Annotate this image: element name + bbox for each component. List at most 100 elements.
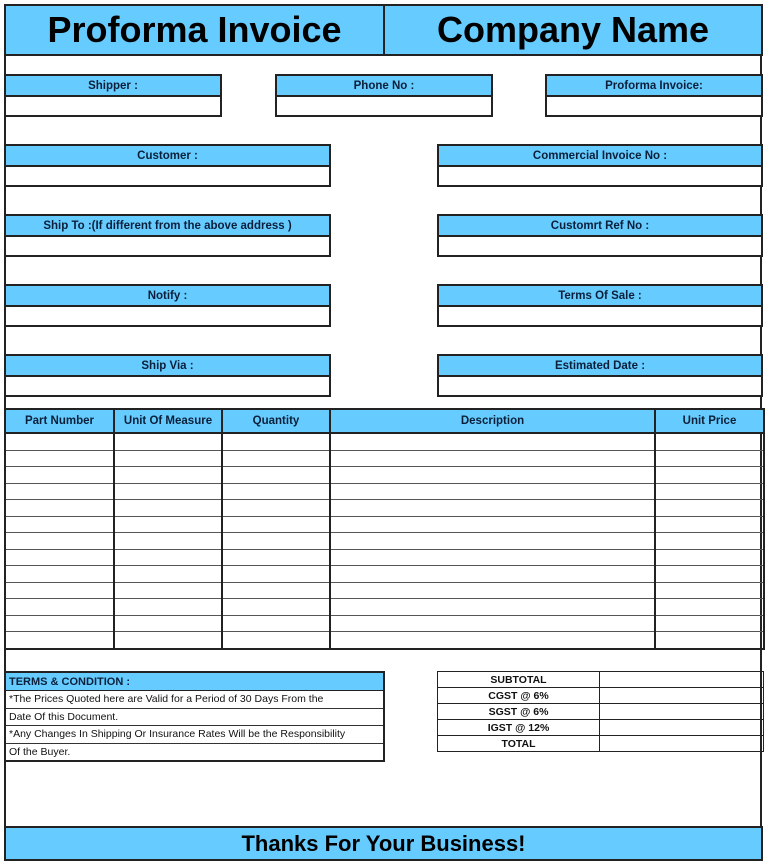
quantity-cell[interactable] [221, 483, 331, 500]
unit-of-measure-cell[interactable] [113, 483, 223, 500]
description-cell[interactable] [329, 532, 656, 550]
quantity-cell[interactable] [221, 532, 331, 550]
unit-of-measure-cell[interactable] [113, 549, 223, 566]
unit-of-measure-cell[interactable] [113, 615, 223, 632]
quantity-cell[interactable] [221, 516, 331, 533]
part-number-cell[interactable] [4, 565, 115, 583]
unit-price-cell[interactable] [654, 466, 765, 484]
description-cell[interactable] [329, 433, 656, 451]
unit-of-measure-cell[interactable] [113, 450, 223, 467]
part-number-cell[interactable] [4, 483, 115, 500]
part-number-cell[interactable] [4, 582, 115, 599]
unit-of-measure-cell[interactable] [113, 598, 223, 616]
quantity-cell[interactable] [221, 499, 331, 517]
proforma-invoice-input-cell[interactable] [545, 97, 763, 117]
description-cell[interactable] [329, 598, 656, 616]
phone-input[interactable] [277, 97, 491, 115]
unit-of-measure-cell[interactable] [113, 565, 223, 583]
customer-ref-input-cell[interactable] [437, 237, 763, 257]
ship-via-input[interactable] [6, 377, 329, 395]
unit-price-cell[interactable] [654, 565, 765, 583]
ship-to-input[interactable] [6, 237, 329, 255]
proforma-invoice-input[interactable] [547, 97, 761, 115]
quantity-cell[interactable] [221, 466, 331, 484]
estimated-date-label: Estimated Date : [437, 354, 763, 377]
part-number-cell[interactable] [4, 631, 115, 650]
quantity-cell[interactable] [221, 582, 331, 599]
phone-input-cell[interactable] [275, 97, 493, 117]
description-cell[interactable] [329, 582, 656, 599]
quantity-cell[interactable] [221, 450, 331, 467]
unit-price-cell[interactable] [654, 516, 765, 533]
totals-table: SUBTOTAL CGST @ 6% SGST @ 6% IGST @ 12% … [437, 671, 764, 752]
unit-price-cell[interactable] [654, 433, 765, 451]
terms-line: Of the Buyer. [9, 745, 71, 758]
unit-of-measure-cell[interactable] [113, 466, 223, 484]
unit-price-cell[interactable] [654, 532, 765, 550]
unit-of-measure-cell[interactable] [113, 532, 223, 550]
quantity-cell[interactable] [221, 549, 331, 566]
sgst-value[interactable] [599, 703, 764, 720]
sgst-label: SGST @ 6% [437, 703, 600, 720]
part-number-cell[interactable] [4, 532, 115, 550]
customer-input[interactable] [6, 167, 329, 185]
part-number-cell[interactable] [4, 598, 115, 616]
part-number-cell[interactable] [4, 549, 115, 566]
description-cell[interactable] [329, 466, 656, 484]
description-cell[interactable] [329, 450, 656, 467]
shipper-input-cell[interactable] [4, 97, 222, 117]
customer-ref-field-group: Customrt Ref No : [437, 214, 763, 257]
part-number-cell[interactable] [4, 615, 115, 632]
unit-of-measure-cell[interactable] [113, 499, 223, 517]
footer-thanks-banner: Thanks For Your Business! [4, 826, 763, 861]
unit-price-cell[interactable] [654, 631, 765, 650]
unit-of-measure-cell[interactable] [113, 516, 223, 533]
description-cell[interactable] [329, 499, 656, 517]
igst-value[interactable] [599, 719, 764, 736]
estimated-date-input-cell[interactable] [437, 377, 763, 397]
cgst-value[interactable] [599, 687, 764, 704]
unit-price-cell[interactable] [654, 582, 765, 599]
unit-price-cell[interactable] [654, 598, 765, 616]
part-number-cell[interactable] [4, 450, 115, 467]
unit-price-cell[interactable] [654, 450, 765, 467]
customer-ref-input[interactable] [439, 237, 761, 255]
unit-of-measure-cell[interactable] [113, 433, 223, 451]
part-number-cell[interactable] [4, 466, 115, 484]
quantity-cell[interactable] [221, 565, 331, 583]
shipper-input[interactable] [6, 97, 220, 115]
terms-of-sale-input-cell[interactable] [437, 307, 763, 327]
terms-line: *The Prices Quoted here are Valid for a … [6, 691, 383, 709]
ship-via-input-cell[interactable] [4, 377, 331, 397]
quantity-cell[interactable] [221, 433, 331, 451]
part-number-cell[interactable] [4, 499, 115, 517]
part-number-cell[interactable] [4, 433, 115, 451]
description-cell[interactable] [329, 615, 656, 632]
quantity-cell[interactable] [221, 598, 331, 616]
unit-price-cell[interactable] [654, 615, 765, 632]
description-cell[interactable] [329, 549, 656, 566]
unit-of-measure-cell[interactable] [113, 582, 223, 599]
total-value[interactable] [599, 735, 764, 752]
description-cell[interactable] [329, 631, 656, 650]
commercial-invoice-input[interactable] [439, 167, 761, 185]
quantity-cell[interactable] [221, 631, 331, 650]
notify-input-cell[interactable] [4, 307, 331, 327]
subtotal-value[interactable] [599, 671, 764, 688]
commercial-invoice-input-cell[interactable] [437, 167, 763, 187]
terms-of-sale-input[interactable] [439, 307, 761, 325]
unit-price-cell[interactable] [654, 499, 765, 517]
ship-to-input-cell[interactable] [4, 237, 331, 257]
notify-input[interactable] [6, 307, 329, 325]
unit-price-cell[interactable] [654, 483, 765, 500]
estimated-date-input[interactable] [439, 377, 761, 395]
part-number-cell[interactable] [4, 516, 115, 533]
column-header-quantity: Quantity [221, 408, 331, 434]
description-cell[interactable] [329, 516, 656, 533]
description-cell[interactable] [329, 565, 656, 583]
description-cell[interactable] [329, 483, 656, 500]
unit-of-measure-cell[interactable] [113, 631, 223, 650]
unit-price-cell[interactable] [654, 549, 765, 566]
customer-input-cell[interactable] [4, 167, 331, 187]
quantity-cell[interactable] [221, 615, 331, 632]
